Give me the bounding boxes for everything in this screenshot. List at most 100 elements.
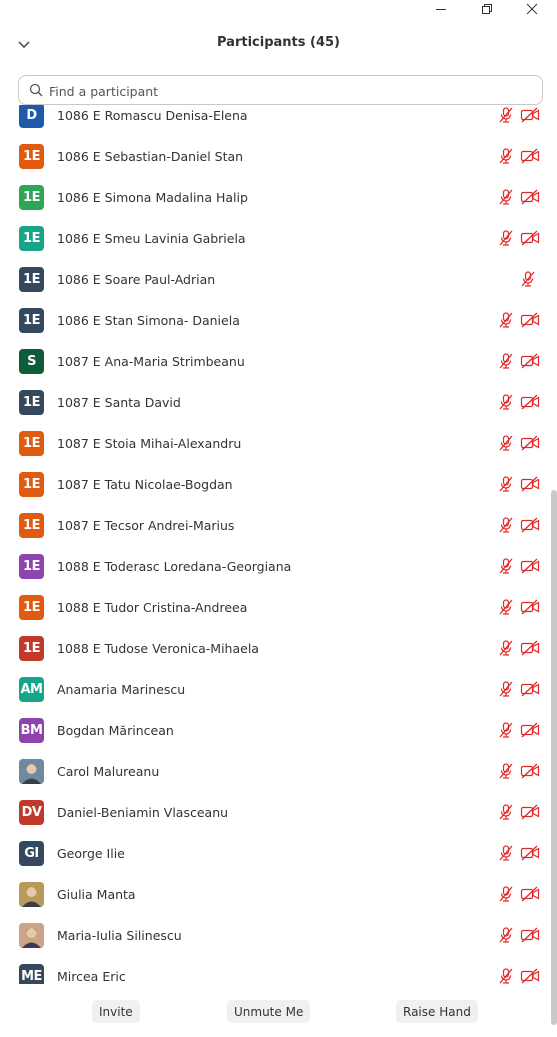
muted-mic-icon[interactable] <box>497 967 515 984</box>
list-item[interactable]: 1E 1086 E Soare Paul-Adrian <box>0 261 548 302</box>
list-item[interactable]: 1E 1086 E Sebastian-Daniel Stan <box>0 138 548 179</box>
video-off-icon[interactable] <box>520 599 540 615</box>
list-item[interactable]: BM Bogdan Mărincean <box>0 712 548 753</box>
video-off-icon[interactable] <box>520 886 540 902</box>
participant-name: Maria-Iulia Silinescu <box>57 928 182 943</box>
avatar: AM <box>19 677 44 702</box>
participant-name: 1086 E Stan Simona- Daniela <box>57 313 240 328</box>
scrollbar[interactable] <box>549 105 557 1025</box>
participant-name: Mircea Eric <box>57 969 126 984</box>
video-off-icon[interactable] <box>520 189 540 205</box>
video-off-icon[interactable] <box>520 230 540 246</box>
muted-mic-icon[interactable] <box>519 270 537 288</box>
participant-list[interactable]: D 1086 E Romascu Denisa-Elena 1E 1086 E Seb… <box>0 105 548 984</box>
avatar: 1E <box>19 226 44 251</box>
participant-name: 1086 E Sebastian-Daniel Stan <box>57 149 244 164</box>
list-item[interactable]: 1E 1088 E Toderasc Loredana-Georgiana <box>0 548 548 589</box>
panel-header: Participants (45) <box>0 30 557 58</box>
close-icon <box>526 3 538 15</box>
raise-hand-button[interactable]: Raise Hand <box>396 1000 478 1023</box>
list-item[interactable]: 1E 1086 E Smeu Lavinia Gabriela <box>0 220 548 261</box>
muted-mic-icon[interactable] <box>497 885 515 903</box>
list-item[interactable]: 1E 1087 E Tatu Nicolae-Bogdan <box>0 466 548 507</box>
muted-mic-icon[interactable] <box>497 926 515 944</box>
video-off-icon[interactable] <box>520 640 540 656</box>
list-item[interactable]: D 1086 E Romascu Denisa-Elena <box>0 105 548 138</box>
muted-mic-icon[interactable] <box>497 147 515 165</box>
unmute-me-button[interactable]: Unmute Me <box>227 1000 311 1023</box>
video-off-icon[interactable] <box>520 845 540 861</box>
list-item[interactable]: 1E 1088 E Tudose Veronica-Mihaela <box>0 630 548 671</box>
muted-mic-icon[interactable] <box>497 434 515 452</box>
list-item[interactable]: 1E 1086 E Stan Simona- Daniela <box>0 302 548 343</box>
muted-mic-icon[interactable] <box>497 311 515 329</box>
maximize-button[interactable] <box>464 0 510 18</box>
participant-name: 1088 E Toderasc Loredana-Georgiana <box>57 559 292 574</box>
list-item[interactable]: S 1087 E Ana-Maria Strimbeanu <box>0 343 548 384</box>
list-item[interactable]: Carol Malureanu <box>0 753 548 794</box>
search-icon <box>29 83 43 97</box>
list-item[interactable]: 1E 1087 E Stoia Mihai-Alexandru <box>0 425 548 466</box>
list-item[interactable]: 1E 1086 E Simona Madalina Halip <box>0 179 548 220</box>
muted-mic-icon[interactable] <box>497 639 515 657</box>
muted-mic-icon[interactable] <box>497 762 515 780</box>
video-off-icon[interactable] <box>520 968 540 984</box>
avatar: 1E <box>19 308 44 333</box>
muted-mic-icon[interactable] <box>497 188 515 206</box>
avatar: 1E <box>19 144 44 169</box>
list-item[interactable]: 1E 1088 E Tudor Cristina-Andreea <box>0 589 548 630</box>
video-off-icon[interactable] <box>520 312 540 328</box>
muted-mic-icon[interactable] <box>497 516 515 534</box>
muted-mic-icon[interactable] <box>497 844 515 862</box>
search-box[interactable] <box>18 75 543 105</box>
list-item[interactable]: ME Mircea Eric <box>0 958 548 984</box>
search-input[interactable] <box>47 80 531 102</box>
video-off-icon[interactable] <box>520 558 540 574</box>
close-button[interactable] <box>509 0 555 18</box>
list-item[interactable]: 1E 1087 E Santa David <box>0 384 548 425</box>
avatar: 1E <box>19 595 44 620</box>
video-off-icon[interactable] <box>520 763 540 779</box>
muted-mic-icon[interactable] <box>497 475 515 493</box>
participant-name: 1087 E Tatu Nicolae-Bogdan <box>57 477 233 492</box>
avatar: D <box>19 105 44 128</box>
muted-mic-icon[interactable] <box>497 598 515 616</box>
avatar <box>19 882 44 907</box>
list-item[interactable]: 1E 1087 E Tecsor Andrei-Marius <box>0 507 548 548</box>
footer-toolbar: Invite Unmute Me Raise Hand <box>0 1000 557 1024</box>
video-off-icon[interactable] <box>520 517 540 533</box>
participant-name: 1086 E Simona Madalina Halip <box>57 190 248 205</box>
video-off-icon[interactable] <box>520 681 540 697</box>
avatar <box>19 759 44 784</box>
video-off-icon[interactable] <box>520 927 540 943</box>
video-off-icon[interactable] <box>520 476 540 492</box>
video-off-icon[interactable] <box>520 148 540 164</box>
muted-mic-icon[interactable] <box>497 106 515 124</box>
list-item[interactable]: Giulia Manta <box>0 876 548 917</box>
avatar: 1E <box>19 390 44 415</box>
video-off-icon[interactable] <box>520 804 540 820</box>
list-item[interactable]: Maria-Iulia Silinescu <box>0 917 548 958</box>
invite-button[interactable]: Invite <box>92 1000 140 1023</box>
video-off-icon[interactable] <box>520 435 540 451</box>
list-item[interactable]: GI George Ilie <box>0 835 548 876</box>
list-item[interactable]: AM Anamaria Marinescu <box>0 671 548 712</box>
muted-mic-icon[interactable] <box>497 229 515 247</box>
video-off-icon[interactable] <box>520 722 540 738</box>
muted-mic-icon[interactable] <box>497 393 515 411</box>
muted-mic-icon[interactable] <box>497 352 515 370</box>
minimize-button[interactable] <box>418 0 464 18</box>
muted-mic-icon[interactable] <box>497 557 515 575</box>
video-off-icon[interactable] <box>520 394 540 410</box>
muted-mic-icon[interactable] <box>497 803 515 821</box>
avatar: DV <box>19 800 44 825</box>
video-off-icon[interactable] <box>520 107 540 123</box>
muted-mic-icon[interactable] <box>497 721 515 739</box>
video-off-icon[interactable] <box>520 353 540 369</box>
muted-mic-icon[interactable] <box>497 680 515 698</box>
participant-name: Carol Malureanu <box>57 764 160 779</box>
avatar: 1E <box>19 472 44 497</box>
scrollbar-thumb[interactable] <box>551 490 557 1025</box>
list-item[interactable]: DV Daniel-Beniamin Vlasceanu <box>0 794 548 835</box>
avatar: GI <box>19 841 44 866</box>
